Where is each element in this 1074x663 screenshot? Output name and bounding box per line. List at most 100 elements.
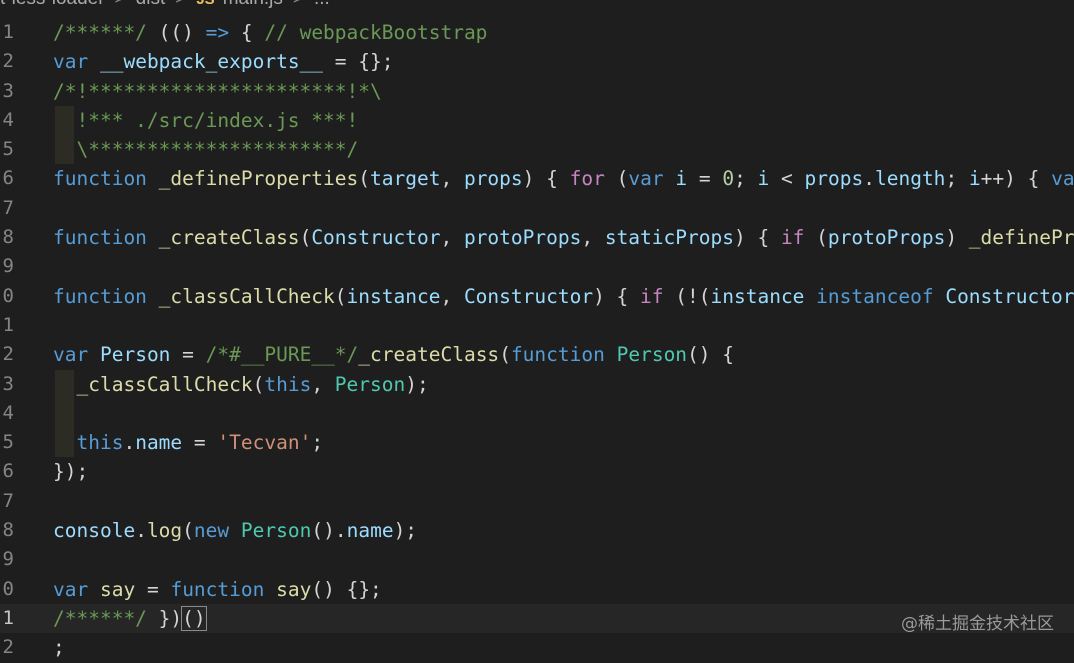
code-token: props	[804, 167, 864, 191]
code-token: ++) {	[980, 167, 1052, 191]
code-token: name	[346, 519, 394, 543]
code-text[interactable]: ;	[53, 633, 65, 662]
code-line[interactable]: 8 function _createClass(Constructor, prot…	[0, 223, 1074, 252]
code-token: this	[76, 431, 124, 455]
code-line[interactable]: 1	[0, 311, 1074, 340]
code-text[interactable]: });	[53, 457, 88, 486]
breadcrumb[interactable]: t-less-loader > dist > JS main.js >...	[0, 0, 330, 10]
code-token: ) {	[733, 226, 781, 250]
line-number: 4	[2, 401, 14, 424]
code-line[interactable]: 9	[0, 252, 1074, 281]
line-number: 9	[2, 548, 14, 571]
code-text[interactable]: var say = function say() {};	[53, 575, 382, 604]
code-text[interactable]: /******/ (() => { // webpackBootstrap	[53, 18, 487, 47]
code-token: _definePr	[968, 226, 1074, 250]
code-text[interactable]: var Person = /*#__PURE__*/_createClass(f…	[53, 340, 734, 369]
code-text[interactable]: !*** ./src/index.js ***!	[53, 106, 358, 135]
code-token: ,	[440, 284, 464, 308]
code-text[interactable]: \**********************/	[53, 135, 358, 164]
line-number: 6	[2, 167, 14, 190]
code-token: console	[53, 519, 136, 543]
code-line[interactable]: 0 function _classCallCheck(instance, Cons…	[0, 282, 1074, 311]
code-token: =	[135, 577, 171, 601]
code-line[interactable]: 9	[0, 545, 1074, 574]
code-token: (()	[158, 21, 206, 44]
code-text[interactable]: function _defineProperties(target, props…	[53, 164, 1074, 193]
code-token: _createClass	[358, 343, 500, 367]
code-token: 'Tecvan'	[217, 431, 312, 455]
code-token: /******/	[53, 606, 159, 630]
code-token: i	[757, 167, 770, 191]
code-line[interactable]: 7	[0, 487, 1074, 516]
code-token: .	[863, 167, 875, 191]
code-token: if	[640, 284, 664, 308]
code-line[interactable]: 2 var __webpack_exports__ = {};	[0, 47, 1074, 76]
chevron-right-icon: >	[175, 0, 186, 9]
breadcrumb-folder-dist[interactable]: dist	[136, 0, 166, 9]
code-line[interactable]: 6});	[0, 457, 1074, 486]
code-token: function	[53, 284, 147, 308]
indent-guide	[55, 398, 74, 429]
code-line[interactable]: 5 \**********************/	[0, 135, 1074, 165]
code-token: instance	[346, 284, 441, 308]
line-number: 1	[2, 606, 14, 629]
code-text[interactable]: function _classCallCheck(instance, Const…	[53, 282, 1074, 311]
code-line[interactable]: 2;	[0, 633, 1074, 662]
line-number: 4	[2, 108, 14, 131]
code-token: (	[804, 226, 828, 250]
code-token: __webpack_exports__	[99, 50, 324, 74]
code-line[interactable]: 8 console.log(new Person().name);	[0, 516, 1074, 545]
chevron-right-icon: >	[293, 0, 304, 9]
code-text[interactable]: _classCallCheck(this, Person);	[53, 370, 429, 399]
line-number: 0	[2, 284, 14, 307]
line-number: 2	[2, 343, 14, 366]
code-line[interactable]: 2 var Person = /*#__PURE__*/_createClass(…	[0, 340, 1074, 369]
line-number: 6	[2, 460, 14, 483]
code-line[interactable]: 5 this.name = 'Tecvan';	[0, 428, 1074, 458]
code-token: )	[945, 226, 969, 250]
code-text[interactable]: this.name = 'Tecvan';	[53, 428, 323, 457]
breadcrumb-folder-root[interactable]: t-less-loader	[0, 0, 105, 9]
code-token: {	[229, 21, 265, 44]
code-line[interactable]: 7	[0, 194, 1074, 223]
code-token: instance	[710, 284, 805, 308]
breadcrumb-symbols[interactable]: ...	[314, 0, 330, 9]
code-line[interactable]: 4 !*** ./src/index.js ***!	[0, 105, 1074, 136]
code-token: target	[370, 167, 441, 191]
code-text[interactable]: /*!**********************!*\	[53, 77, 382, 106]
code-token: _classCallCheck	[76, 372, 253, 396]
code-text[interactable]: function _createClass(Constructor, proto…	[53, 223, 1074, 252]
code-text[interactable]: console.log(new Person().name);	[53, 516, 417, 545]
line-number: 5	[2, 431, 14, 454]
code-token: Person	[99, 343, 171, 367]
code-editor[interactable]: 1/******/ (() => { // webpackBootstrap 2 v…	[0, 18, 1074, 663]
line-number: 3	[2, 79, 14, 102]
line-number: 8	[2, 226, 14, 249]
code-line[interactable]: 4	[0, 398, 1074, 429]
code-token: var	[628, 167, 664, 191]
code-line[interactable]: 6 function _defineProperties(target, prop…	[0, 164, 1074, 193]
line-number: 3	[2, 372, 14, 395]
code-token: ) {	[522, 167, 570, 191]
code-token: });	[53, 460, 89, 484]
code-text[interactable]: /******/ })()	[53, 604, 207, 633]
code-line[interactable]: 3 _classCallCheck(this, Person);	[0, 369, 1074, 399]
code-line[interactable]: 3 /*!**********************!*\	[0, 77, 1074, 106]
code-token: Constructor	[463, 284, 594, 308]
breadcrumb-file[interactable]: main.js	[223, 0, 283, 9]
line-number: 5	[2, 138, 14, 161]
code-line[interactable]: 1 /******/ (() => { // webpackBootstrap	[0, 18, 1074, 47]
code-text[interactable]: var __webpack_exports__ = {};	[53, 47, 394, 76]
code-line[interactable]: 0 var say = function say() {};	[0, 575, 1074, 604]
code-token: );	[405, 372, 429, 396]
line-number: 7	[2, 489, 14, 512]
line-number: 9	[2, 255, 14, 278]
code-token: ) {	[593, 284, 641, 308]
code-token: if	[780, 226, 805, 250]
